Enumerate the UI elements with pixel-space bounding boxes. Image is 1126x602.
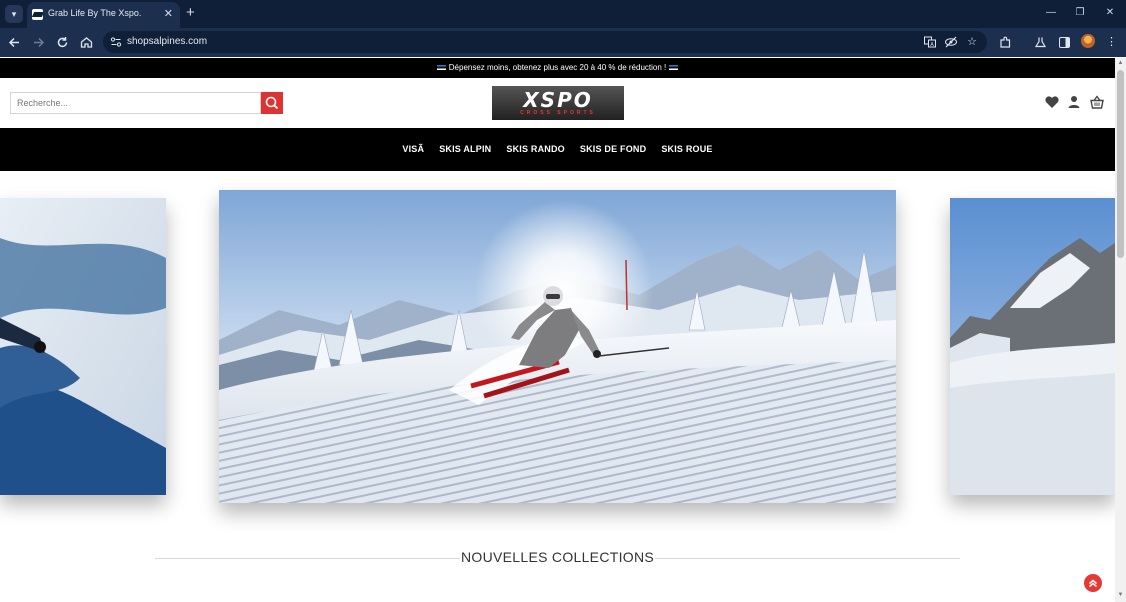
main-navigation: VISÃ SKIS ALPIN SKIS RANDO SKIS DE FOND …: [0, 128, 1115, 171]
estonia-flag-icon: [669, 65, 679, 71]
browser-tab-active[interactable]: Grab Life By The Xspo. ✕: [27, 2, 180, 28]
labs-flask-icon[interactable]: [1032, 34, 1049, 51]
nav-item-skis-rando[interactable]: SKIS RANDO: [506, 144, 565, 154]
search-input[interactable]: [10, 92, 261, 114]
site-favicon-icon: [32, 9, 43, 20]
search-button[interactable]: [261, 92, 283, 114]
browser-tabstrip: ▾ Grab Life By The Xspo. ✕ + — ❐ ✕: [0, 0, 1126, 28]
wishlist-heart-icon[interactable]: [1044, 94, 1060, 110]
slide-next[interactable]: [950, 198, 1115, 495]
bookmark-star-icon[interactable]: ☆: [965, 35, 979, 49]
slide-prev-image: [0, 198, 166, 495]
slide-active-image: [219, 190, 896, 503]
announcement-text: Dépensez moins, obtenez plus avec 20 à 4…: [448, 63, 667, 72]
nav-item-skis-roue[interactable]: SKIS ROUE: [661, 144, 712, 154]
browser-toolbar: shopsalpines.com A ☆ ⋮: [0, 28, 1126, 57]
account-user-icon[interactable]: [1066, 94, 1082, 110]
browser-menu-icon[interactable]: ⋮: [1103, 34, 1120, 51]
new-tab-icon[interactable]: +: [186, 4, 195, 22]
slide-prev[interactable]: [0, 198, 166, 495]
hero-slider: [0, 172, 1115, 532]
back-icon[interactable]: [6, 34, 23, 51]
site-header: XSPO CROSS SPORTS: [0, 78, 1115, 128]
slide-active[interactable]: [219, 190, 896, 503]
eye-off-icon[interactable]: [944, 35, 958, 49]
minimize-icon[interactable]: —: [1042, 5, 1060, 21]
section-title: NOUVELLES COLLECTIONS: [460, 549, 655, 565]
reload-icon[interactable]: [54, 34, 71, 51]
floating-chat-button[interactable]: [1084, 574, 1102, 592]
search-icon: [265, 96, 279, 110]
logo-text: XSPO: [523, 88, 593, 112]
url-text: shopsalpines.com: [127, 36, 208, 47]
nav-item-skis-alpin[interactable]: SKIS ALPIN: [439, 144, 491, 154]
tab-search-button[interactable]: ▾: [5, 5, 23, 23]
logo-subtext: CROSS SPORTS: [520, 110, 596, 116]
side-panel-icon[interactable]: [1056, 34, 1073, 51]
address-bar[interactable]: shopsalpines.com A ☆: [103, 31, 987, 53]
site-logo[interactable]: XSPO CROSS SPORTS: [492, 86, 624, 120]
window-close-icon[interactable]: ✕: [1101, 5, 1119, 21]
scrollbar-thumb[interactable]: [1117, 70, 1124, 258]
slide-next-image: [950, 198, 1115, 495]
nav-item-visa[interactable]: VISÃ: [402, 144, 424, 154]
tab-close-icon[interactable]: ✕: [164, 7, 173, 21]
section-header: NOUVELLES COLLECTIONS: [155, 548, 960, 568]
tab-title: Grab Life By The Xspo.: [48, 8, 142, 18]
site-info-icon[interactable]: [109, 35, 123, 49]
scroll-up-icon[interactable]: ▲: [1117, 60, 1124, 66]
translate-icon[interactable]: A: [923, 35, 937, 49]
announcement-bar: Dépensez moins, obtenez plus avec 20 à 4…: [0, 58, 1115, 78]
scroll-down-icon[interactable]: ▼: [1117, 592, 1124, 598]
estonia-flag-icon: [436, 65, 446, 71]
profile-avatar[interactable]: [1081, 34, 1095, 48]
extensions-icon[interactable]: [997, 34, 1014, 51]
forward-icon[interactable]: [30, 34, 47, 51]
nav-item-skis-de-fond[interactable]: SKIS DE FOND: [580, 144, 646, 154]
page-scrollbar[interactable]: ▲ ▼: [1115, 58, 1126, 602]
cart-basket-icon[interactable]: [1089, 94, 1105, 110]
restore-icon[interactable]: ❐: [1071, 5, 1089, 21]
home-icon[interactable]: [78, 34, 95, 51]
chevrons-up-icon: [1089, 579, 1097, 588]
